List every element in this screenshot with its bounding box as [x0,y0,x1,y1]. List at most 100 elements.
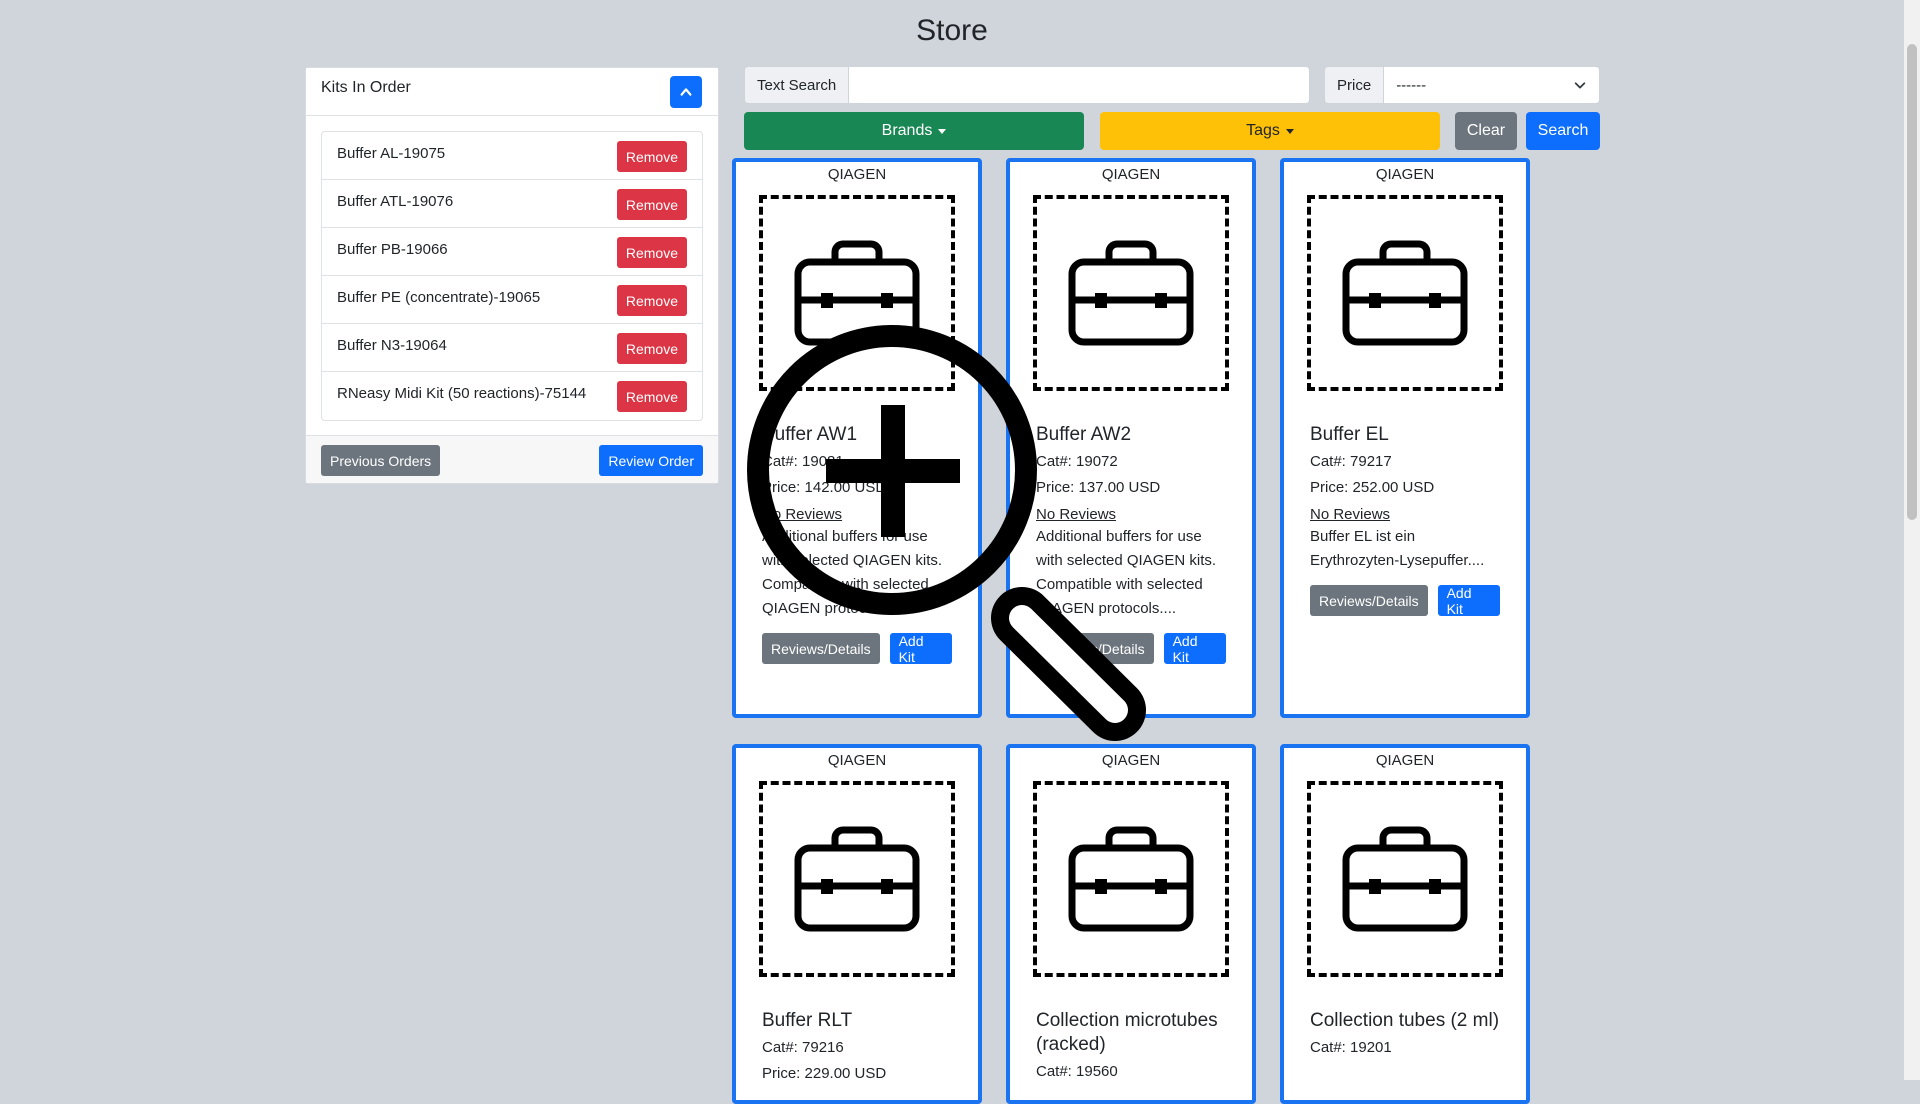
remove-button[interactable]: Remove [616,141,687,172]
review-order-button[interactable]: Review Order [599,445,703,476]
product-price: Price: 252.00 USD [1310,479,1435,496]
clear-button[interactable]: Clear [1455,112,1517,150]
order-list-item: RNeasy Midi Kit (50 reactions)-75144 Rem… [322,372,702,420]
order-list-item: Buffer N3-19064 Remove [322,324,702,372]
order-item-name: Buffer AL-19075 [337,145,446,162]
product-price: Price: 137.00 USD [1036,479,1161,496]
remove-button[interactable]: Remove [616,333,687,364]
text-search-input[interactable] [849,66,1310,104]
reviews-details-button[interactable]: Reviews/Details [1310,585,1428,616]
add-kit-button[interactable]: Add Kit [889,633,952,665]
briefcase-icon [1068,826,1194,932]
text-search-group: Text Search [744,66,1310,104]
product-image [1307,781,1503,977]
add-kit-button[interactable]: Add Kit [1437,585,1500,617]
product-reviews-link[interactable]: No Reviews [1310,505,1500,525]
price-filter-group: Price ------ [1324,66,1600,104]
order-item-name: Buffer PE (concentrate)-19065 [337,289,541,306]
product-actions: Reviews/Details Add Kit [1310,585,1500,617]
product-image [759,781,955,977]
page-scrollbar[interactable] [1904,0,1920,1080]
text-search-label: Text Search [744,66,850,104]
product-card: QIAGEN Buffer AW2 Cat#: 19072 Price: 137… [1006,158,1256,718]
tags-dropdown-button[interactable]: Tags [1100,112,1440,150]
product-card: QIAGEN Collection tubes (2 ml) Cat#: 192… [1280,744,1530,1104]
product-image [1033,195,1229,391]
order-list-item: Buffer AL-19075 Remove [322,132,702,180]
product-card: QIAGEN Collection microtubes (racked) Ca… [1006,744,1256,1104]
product-actions: Reviews/Details Add Kit [762,633,952,665]
product-description: Buffer EL ist ein Erythrozyten-Lysepuffe… [1310,528,1485,569]
product-name: Buffer RLT [762,1010,853,1031]
brands-label: Brands [881,122,933,139]
order-list-item: Buffer PE (concentrate)-19065 Remove [322,276,702,324]
product-catalog-number: Cat#: 19201 [1310,1039,1392,1056]
product-brand: QIAGEN [827,752,887,769]
product-brand: QIAGEN [827,166,887,183]
add-kit-button[interactable]: Add Kit [1163,633,1226,665]
reviews-details-button[interactable]: Reviews/Details [1036,633,1154,664]
product-catalog-number: Cat#: 79216 [762,1039,844,1056]
product-image [759,195,955,391]
order-item-name: Buffer ATL-19076 [337,193,454,210]
order-panel: Kits In Order Buffer AL-19075 Remove Buf… [305,67,719,484]
order-panel-footer: Previous Orders Review Order [306,435,718,483]
product-catalog-number: Cat#: 79217 [1310,453,1392,470]
chevron-up-icon [680,88,692,96]
product-brand: QIAGEN [1375,752,1435,769]
product-brand: QIAGEN [1375,166,1435,183]
scrollbar-thumb[interactable] [1907,44,1917,520]
price-label: Price [1324,66,1385,104]
order-item-name: Buffer N3-19064 [337,337,447,354]
price-select-value: ------ [1396,76,1427,94]
caret-down-icon [1285,128,1294,134]
previous-orders-button[interactable]: Previous Orders [321,445,441,476]
product-name: Buffer AW2 [1036,424,1132,445]
order-list-item: Buffer ATL-19076 Remove [322,180,702,228]
chevron-down-icon [1574,82,1586,89]
order-list: Buffer AL-19075 Remove Buffer ATL-19076 … [321,131,703,421]
product-name: Collection microtubes (racked) [1036,1010,1218,1055]
remove-button[interactable]: Remove [616,285,687,316]
product-catalog-number: Cat#: 19072 [1036,453,1118,470]
product-brand: QIAGEN [1101,752,1161,769]
order-panel-header: Kits In Order [306,68,718,116]
order-item-name: RNeasy Midi Kit (50 reactions)-75144 [337,385,587,402]
order-item-name: Buffer PB-19066 [337,241,448,258]
product-card: QIAGEN Buffer EL Cat#: 79217 Price: 252.… [1280,158,1530,718]
remove-button[interactable]: Remove [616,381,687,412]
briefcase-icon [1068,240,1194,346]
product-image [1307,195,1503,391]
briefcase-icon [794,240,920,346]
reviews-details-button[interactable]: Reviews/Details [762,633,880,664]
briefcase-icon [1342,826,1468,932]
product-image [1033,781,1229,977]
product-name: Collection tubes (2 ml) [1310,1010,1500,1031]
product-card: QIAGEN Buffer AW1 Cat#: 19081 Price: 142… [732,158,982,718]
page-title: Store [916,14,988,47]
remove-button[interactable]: Remove [616,237,687,268]
product-actions: Reviews/Details Add Kit [1036,633,1226,665]
price-select[interactable]: ------ [1384,66,1600,104]
order-list-item: Buffer PB-19066 Remove [322,228,702,276]
search-button[interactable]: Search [1526,112,1600,150]
product-card: QIAGEN Buffer RLT Cat#: 79216 Price: 229… [732,744,982,1104]
brands-dropdown-button[interactable]: Brands [744,112,1084,150]
collapse-button[interactable] [670,76,702,108]
remove-button[interactable]: Remove [616,189,687,220]
briefcase-icon [1342,240,1468,346]
product-catalog-number: Cat#: 19081 [762,453,844,470]
product-price: Price: 142.00 USD [762,479,887,496]
product-name: Buffer EL [1310,424,1389,445]
product-name: Buffer AW1 [762,424,858,445]
product-description: Additional buffers for use with selected… [1036,528,1217,617]
product-reviews-link[interactable]: No Reviews [1036,505,1226,525]
product-description: Additional buffers for use with selected… [762,528,943,617]
caret-down-icon [938,128,947,134]
product-reviews-link[interactable]: No Reviews [762,505,952,525]
order-panel-title: Kits In Order [321,79,411,96]
product-price: Price: 229.00 USD [762,1065,887,1082]
product-brand: QIAGEN [1101,166,1161,183]
briefcase-icon [794,826,920,932]
tags-label: Tags [1246,122,1280,139]
